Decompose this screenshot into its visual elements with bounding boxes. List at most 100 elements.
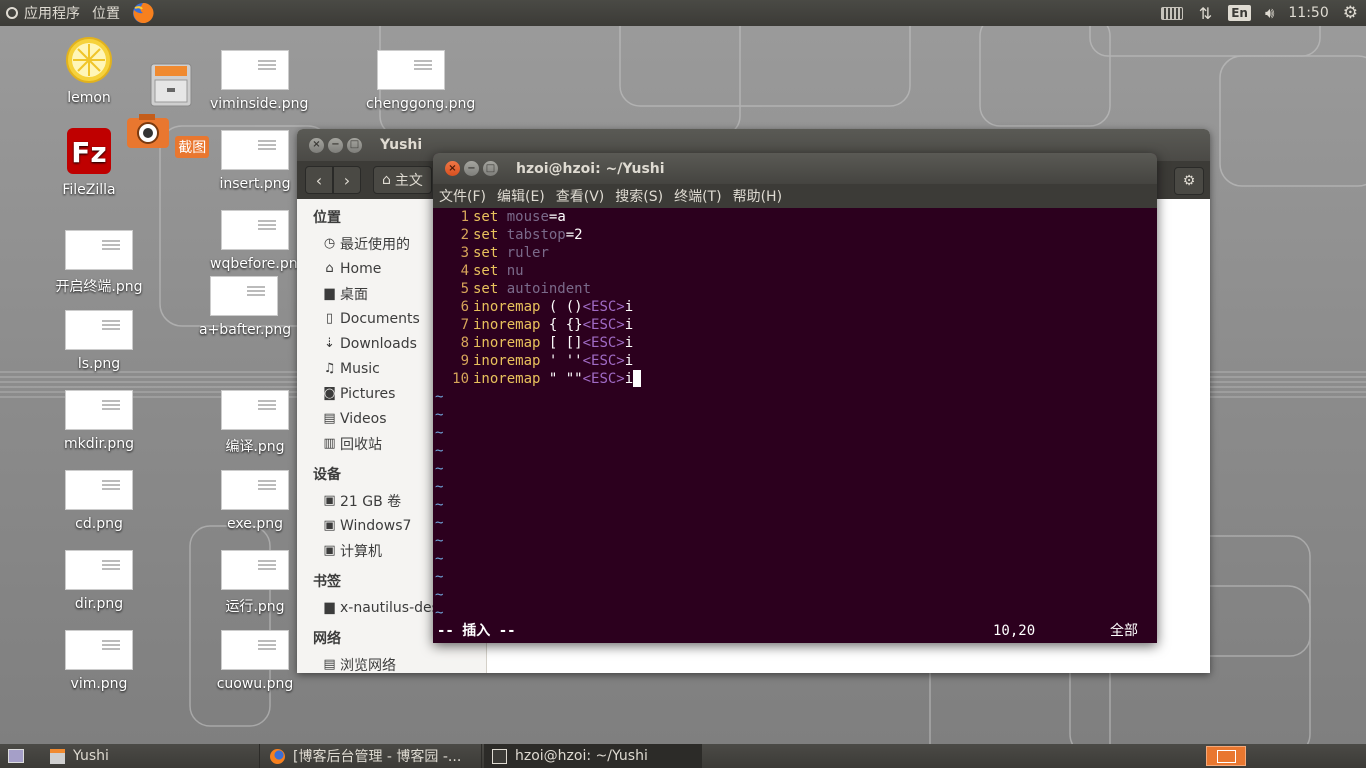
desktop-icon-screenshot[interactable]: 截图 — [122, 112, 212, 158]
vim-line: 7 inoremap { {}<ESC>i — [433, 316, 1157, 334]
vim-token: set — [473, 227, 499, 243]
desktop-icon-run-png[interactable]: 运行.png — [210, 550, 300, 616]
vim-token: <ESC> — [582, 317, 625, 333]
vim-token: inoremap — [473, 335, 541, 351]
desktop-icon-abafter-png[interactable]: a+bafter.png — [199, 276, 292, 338]
drive-icon: ▣ — [323, 543, 336, 558]
vim-tilde: ~ — [435, 569, 444, 585]
vim-token — [498, 209, 506, 225]
film-icon: ▤ — [323, 411, 336, 426]
show-desktop-icon[interactable] — [8, 749, 24, 763]
vim-tilde: ~ — [435, 533, 444, 549]
menu-edit[interactable]: 编辑(E) — [497, 186, 545, 206]
desktop-icon-label: cd.png — [75, 516, 123, 532]
vim-token: ( () — [540, 299, 583, 315]
desktop-icon-lemon[interactable]: lemon — [44, 36, 134, 106]
image-thumbnail — [221, 210, 289, 250]
image-thumbnail — [210, 276, 278, 316]
desktop-icon-dir-png[interactable]: dir.png — [54, 550, 144, 612]
desktop-icon-compile-png[interactable]: 编译.png — [210, 390, 300, 456]
lemon-icon — [66, 37, 112, 83]
vim-token: { {} — [540, 317, 583, 333]
desktop-icon-chenggong-png[interactable]: chenggong.png — [366, 50, 475, 112]
firefox-icon — [133, 2, 154, 23]
task-label: Yushi — [73, 748, 109, 764]
image-thumbnail — [221, 630, 289, 670]
image-thumbnail — [65, 230, 133, 270]
menu-help[interactable]: 帮助(H) — [733, 186, 782, 206]
close-button[interactable]: × — [309, 137, 324, 153]
vim-token: [ [] — [540, 335, 583, 351]
forward-button[interactable]: › — [333, 166, 361, 194]
network-icon[interactable]: ⇅ — [1199, 4, 1212, 23]
keyboard-icon[interactable] — [1160, 6, 1183, 20]
task-terminal[interactable]: hzoi@hzoi: ~/Yushi — [484, 744, 702, 768]
desktop-icon-open-terminal-png[interactable]: 开启终端.png — [54, 230, 144, 296]
desktop-icon-label: lemon — [67, 90, 111, 106]
file-cabinet-icon — [150, 63, 192, 107]
vim-token: <ESC> — [582, 371, 625, 387]
volume-icon[interactable]: 🔊︎ — [1265, 4, 1274, 22]
desktop-icon-wqbefore-png[interactable]: wqbefore.png — [210, 210, 307, 272]
minimize-button[interactable]: − — [328, 137, 343, 153]
clock[interactable]: 11:50 — [1288, 5, 1328, 21]
applications-menu[interactable]: 应用程序 — [0, 0, 86, 26]
desktop-icon-label: a+bafter.png — [199, 322, 292, 338]
vim-token: set — [473, 263, 499, 279]
image-thumbnail — [65, 390, 133, 430]
desktop-icon-viminside-png[interactable]: viminside.png — [210, 50, 308, 112]
vim-token: i — [624, 371, 634, 387]
vim-token — [498, 263, 506, 279]
desktop-icon-vim-png[interactable]: vim.png — [54, 630, 144, 692]
maximize-button[interactable]: □ — [483, 161, 498, 176]
desktop-icon-label: wqbefore.png — [210, 256, 307, 272]
desktop-icon-exe-png[interactable]: exe.png — [210, 470, 300, 532]
sidebar-item-browse-network[interactable]: ▤ 浏览网络 — [297, 652, 486, 673]
settings-gear-button[interactable]: ⚙ — [1174, 167, 1204, 195]
desktop-icon-label: vim.png — [70, 676, 128, 692]
window-title: hzoi@hzoi: ~/Yushi — [516, 160, 665, 177]
desktop-icon-mkdir-png[interactable]: mkdir.png — [54, 390, 144, 452]
vim-token: i — [624, 335, 634, 351]
menu-file[interactable]: 文件(F) — [439, 186, 486, 206]
drive-icon: ▣ — [323, 493, 336, 508]
power-gear-icon[interactable]: ⚙ — [1343, 3, 1358, 23]
music-icon: ♫ — [323, 361, 336, 376]
desktop-icon-insert-png[interactable]: insert.png — [210, 130, 300, 192]
minimize-button[interactable]: − — [464, 161, 479, 176]
menu-terminal[interactable]: 终端(T) — [674, 186, 721, 206]
path-home-button[interactable]: ⌂ 主文 — [373, 166, 432, 194]
desktop-icon-filezilla[interactable]: Fz FileZilla — [44, 126, 134, 198]
workspace-switcher[interactable] — [1206, 746, 1246, 766]
desktop-icon-file-cabinet[interactable] — [126, 60, 216, 112]
terminal-icon — [492, 748, 507, 764]
vim-tilde: ~ — [435, 407, 444, 423]
language-indicator[interactable]: En — [1228, 5, 1251, 21]
terminal-content[interactable]: 1 set mouse=a 2 set tabstop=2 3 set ruler 4 set… — [433, 208, 1157, 643]
vim-line-number: 2 — [460, 227, 469, 243]
task-file-manager[interactable]: Yushi — [42, 744, 260, 768]
vim-tilde: ~ — [435, 389, 444, 405]
firefox-launcher[interactable] — [126, 0, 160, 26]
vim-token: =2 — [565, 227, 583, 243]
vim-tilde: ~ — [435, 587, 444, 603]
terminal-titlebar[interactable]: × − □ hzoi@hzoi: ~/Yushi — [433, 153, 1157, 184]
vim-line-number: 8 — [460, 335, 469, 351]
maximize-button[interactable]: □ — [347, 137, 362, 153]
image-thumbnail — [65, 470, 133, 510]
desktop-icon-cuowu-png[interactable]: cuowu.png — [210, 630, 300, 692]
vim-scroll-position: 全部 — [1110, 623, 1138, 639]
desktop-icon-ls-png[interactable]: ls.png — [54, 310, 144, 372]
task-firefox[interactable]: [博客后台管理 - 博客园 -... — [262, 744, 482, 768]
close-button[interactable]: × — [445, 161, 460, 176]
menu-search[interactable]: 搜索(S) — [615, 186, 663, 206]
desktop-icon-cd-png[interactable]: cd.png — [54, 470, 144, 532]
vim-token: set — [473, 209, 499, 225]
back-button[interactable]: ‹ — [305, 166, 333, 194]
sidebar-item-label: Videos — [340, 410, 387, 427]
vim-token: inoremap — [473, 317, 541, 333]
menu-view[interactable]: 查看(V) — [556, 186, 605, 206]
vim-line: 9 inoremap ' ''<ESC>i — [433, 352, 1157, 370]
vim-line-number: 9 — [460, 353, 469, 369]
places-menu[interactable]: 位置 — [86, 0, 126, 26]
